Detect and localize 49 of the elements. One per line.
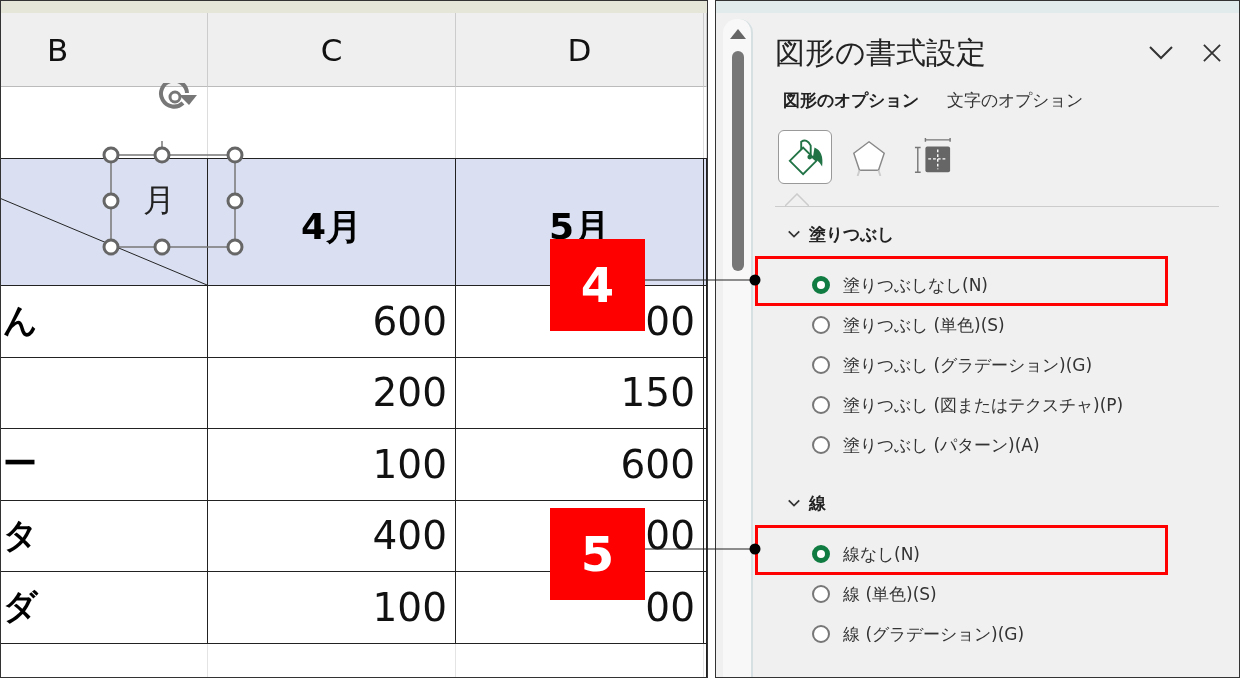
table-cell[interactable]: 100 bbox=[208, 572, 456, 644]
radio-button[interactable] bbox=[812, 396, 830, 414]
column-header[interactable]: B bbox=[1, 13, 208, 87]
scrollbar-thumb[interactable] bbox=[732, 51, 744, 271]
size-icon bbox=[914, 138, 952, 176]
section-header[interactable]: 線 bbox=[775, 484, 826, 522]
options-tab[interactable]: 図形のオプション bbox=[783, 89, 919, 112]
table-cell[interactable]: タ bbox=[1, 500, 208, 572]
table-cell[interactable]: ダ bbox=[1, 572, 208, 644]
selection-handles-drawing[interactable] bbox=[100, 141, 246, 256]
callout-tooltip: 4 bbox=[550, 239, 645, 331]
section-header[interactable]: 塗りつぶし bbox=[775, 215, 894, 253]
column-header[interactable]: D bbox=[456, 13, 704, 87]
radio-button[interactable] bbox=[812, 545, 830, 563]
callout-tooltip: 5 bbox=[550, 508, 645, 600]
option-label[interactable]: 塗りつぶし (単色)(S) bbox=[843, 313, 1005, 337]
shape-text: 月 bbox=[143, 180, 175, 221]
table-header-cell[interactable]: 4月 bbox=[300, 192, 363, 252]
option-label[interactable]: 線 (単色)(S) bbox=[843, 582, 937, 606]
radio-button[interactable] bbox=[812, 585, 830, 603]
table-cell[interactable]: 150 bbox=[456, 357, 704, 429]
paint-bucket-button[interactable] bbox=[778, 130, 832, 184]
table-cell[interactable]: 600 bbox=[208, 286, 456, 358]
options-tab[interactable]: 文字のオプション bbox=[947, 89, 1083, 112]
table-cell[interactable]: 100 bbox=[208, 429, 456, 501]
option-label[interactable]: 線なし(N) bbox=[843, 542, 920, 566]
option-label[interactable]: 塗りつぶし (グラデーション)(G) bbox=[843, 353, 1093, 377]
option-label[interactable]: 塗りつぶし (図またはテクスチャ)(P) bbox=[843, 393, 1124, 417]
table-cell[interactable]: 400 bbox=[208, 500, 456, 572]
paint-bucket-icon bbox=[786, 138, 824, 176]
option-label[interactable]: 線 (グラデーション)(G) bbox=[843, 622, 1025, 646]
scrollbar[interactable] bbox=[723, 19, 753, 677]
close-icon[interactable] bbox=[1203, 44, 1221, 62]
scroll-up-icon[interactable] bbox=[730, 29, 746, 39]
table-cell[interactable]: 600 bbox=[456, 429, 704, 501]
pane-title: 図形の書式設定 bbox=[775, 33, 987, 72]
radio-button[interactable] bbox=[812, 625, 830, 643]
pentagon-icon bbox=[850, 138, 888, 176]
radio-button[interactable] bbox=[812, 356, 830, 374]
table-cell[interactable]: ん bbox=[1, 286, 208, 358]
radio-button[interactable] bbox=[812, 316, 830, 334]
table-cell[interactable]: 200 bbox=[208, 357, 456, 429]
column-header[interactable]: C bbox=[208, 13, 456, 87]
table-cell[interactable]: ー bbox=[1, 429, 208, 501]
option-label[interactable]: 塗りつぶしなし(N) bbox=[843, 273, 988, 297]
radio-button[interactable] bbox=[812, 436, 830, 454]
option-label[interactable]: 塗りつぶし (パターン)(A) bbox=[843, 433, 1040, 457]
radio-button[interactable] bbox=[812, 276, 830, 294]
chevron-icon[interactable] bbox=[1149, 46, 1173, 60]
